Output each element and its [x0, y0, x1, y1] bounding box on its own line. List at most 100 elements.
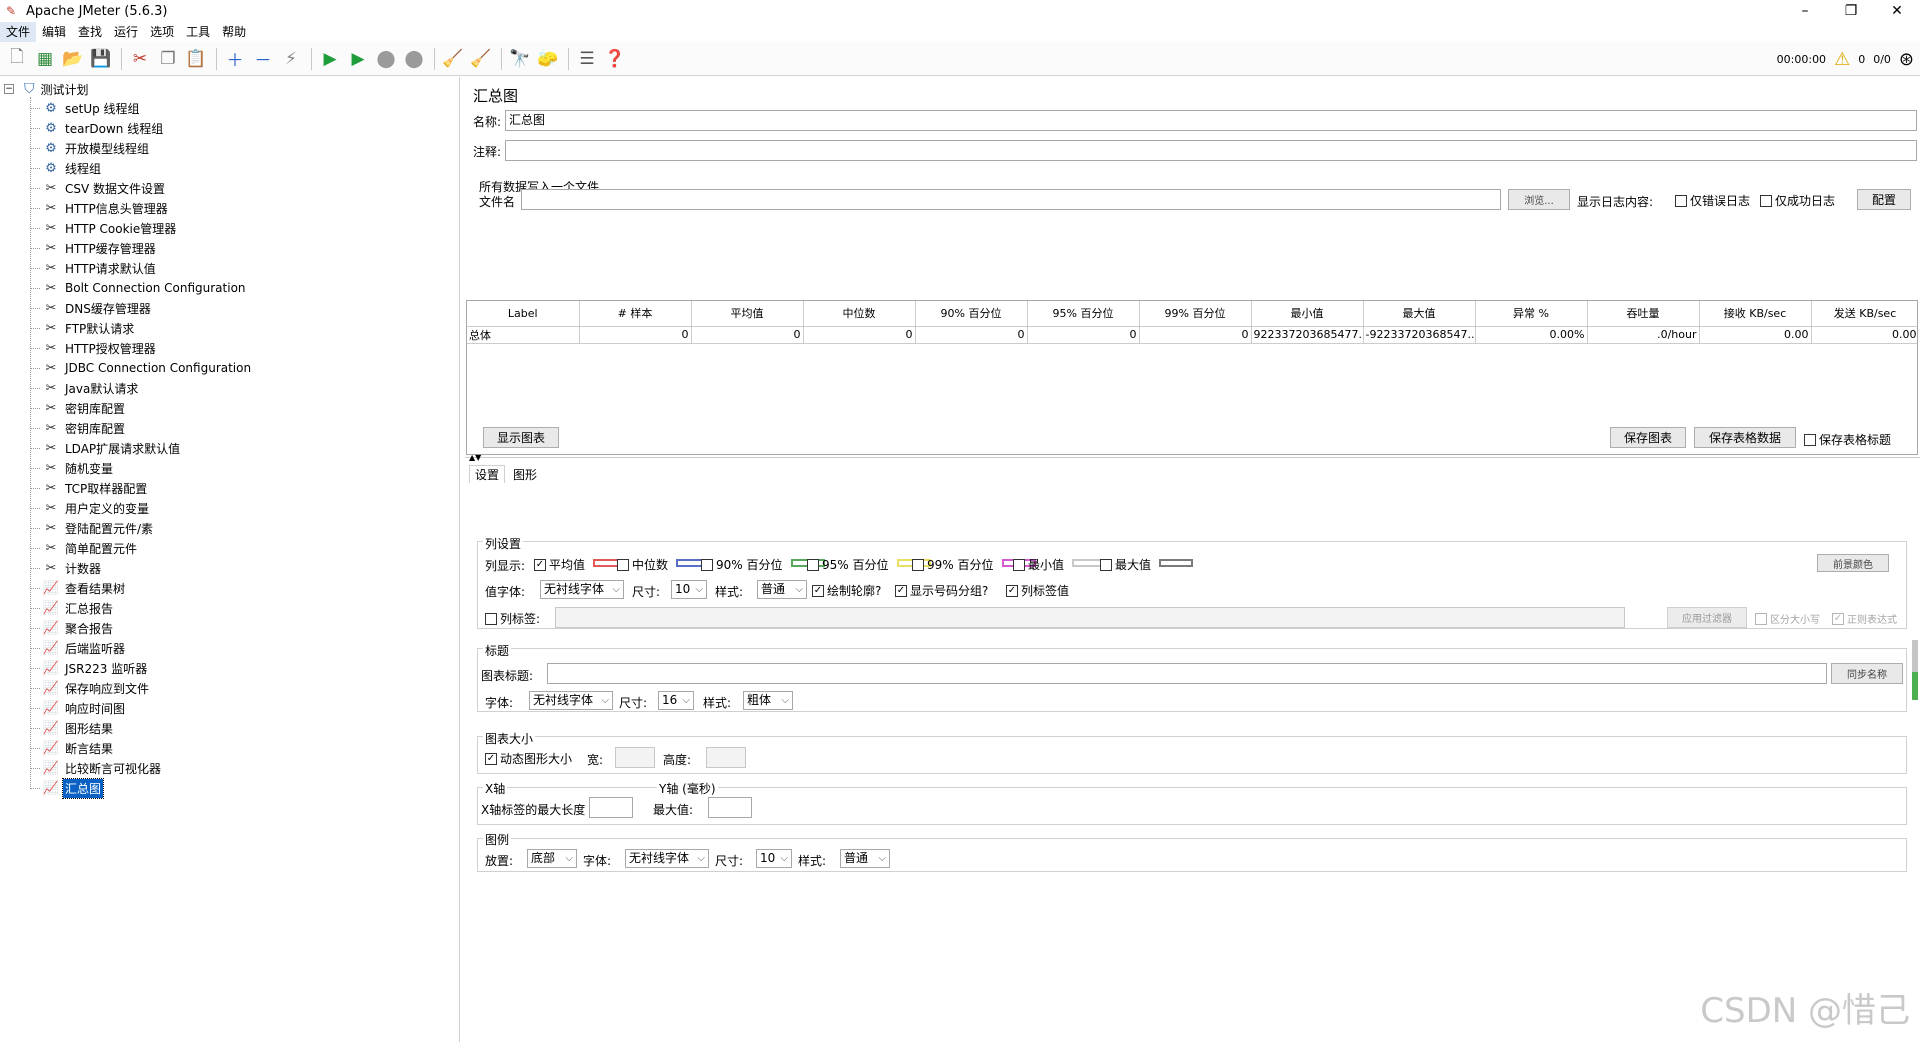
column-header[interactable]: 接收 KB/sec — [1699, 301, 1812, 327]
column-header[interactable]: 99% 百分位 — [1139, 301, 1252, 327]
column-checkbox[interactable]: 99% 百分位 — [912, 556, 994, 573]
tree-item[interactable]: 📈 后端监听器 — [30, 638, 253, 658]
column-checkbox[interactable]: 95% 百分位 — [807, 556, 889, 573]
close-button[interactable]: ✕ — [1874, 0, 1920, 22]
show-graph-button[interactable]: 显示图表 — [483, 427, 559, 448]
column-header[interactable]: Label — [467, 301, 580, 327]
new-icon[interactable]: 🗋 — [4, 46, 30, 72]
column-header[interactable]: 最小值 — [1251, 301, 1364, 327]
save-graph-button[interactable]: 保存图表 — [1610, 427, 1686, 448]
column-checkbox[interactable]: 最大值 — [1100, 556, 1151, 573]
tree-item[interactable]: ✂ DNS缓存管理器 — [30, 298, 253, 318]
column-label-filter-field[interactable] — [555, 607, 1625, 628]
height-field[interactable] — [706, 747, 746, 768]
width-field[interactable] — [615, 747, 655, 768]
menu-tools[interactable]: 工具 — [180, 22, 216, 42]
success-only-checkbox[interactable]: 仅成功日志 — [1760, 192, 1835, 209]
graph-title-field[interactable] — [547, 663, 1827, 684]
save-table-header-checkbox[interactable]: 保存表格标题 — [1804, 431, 1891, 448]
legend-font-select[interactable]: 无衬线字体 ⌵ — [625, 849, 709, 868]
column-checkbox[interactable]: 中位数 — [617, 556, 668, 573]
draw-outline-checkbox[interactable]: ✓ 绘制轮廓? — [812, 582, 881, 599]
tree-item[interactable]: ✂ 密钥库配置 — [30, 418, 253, 438]
apply-filter-button[interactable]: 应用过滤器 — [1667, 607, 1747, 628]
save-icon[interactable]: 💾 — [88, 46, 114, 72]
tree-item[interactable]: ✂ HTTP请求默认值 — [30, 258, 253, 278]
shutdown-icon[interactable]: ⬤ — [401, 46, 427, 72]
tree-item[interactable]: ✂ 用户定义的变量 — [30, 498, 253, 518]
legend-style-select[interactable]: 普通 ⌵ — [840, 849, 890, 868]
column-header[interactable]: # 样本 — [579, 301, 692, 327]
paste-icon[interactable]: 📋 — [183, 46, 209, 72]
legend-placement-select[interactable]: 底部 ⌵ — [527, 849, 577, 868]
warning-icon[interactable]: ⚠ — [1834, 49, 1850, 70]
tree-item[interactable]: ✂ 随机变量 — [30, 458, 253, 478]
filename-field[interactable] — [521, 189, 1501, 210]
tree-item[interactable]: 📈 响应时间图 — [30, 698, 253, 718]
tree-item[interactable]: ✂ HTTP授权管理器 — [30, 338, 253, 358]
clear-all-icon[interactable]: 🧹 — [468, 46, 494, 72]
sync-name-button[interactable]: 同步名称 — [1831, 663, 1903, 684]
tree-item[interactable]: 📈 断言结果 — [30, 738, 253, 758]
tree-item[interactable]: 📈 保存响应到文件 — [30, 678, 253, 698]
tree-root[interactable]: − ⛉ 测试计划 — [4, 80, 89, 98]
column-header[interactable]: 异常 % — [1475, 301, 1588, 327]
column-color-swatch[interactable] — [1159, 559, 1193, 567]
split-divider[interactable]: ▲▼ — [465, 453, 1920, 462]
column-checkbox[interactable]: 90% 百分位 — [701, 556, 783, 573]
tree-item[interactable]: ⚙ tearDown 线程组 — [30, 118, 253, 138]
open-icon[interactable]: 📂 — [60, 46, 86, 72]
tree-item[interactable]: ⚙ 开放模型线程组 — [30, 138, 253, 158]
column-header[interactable]: 中位数 — [803, 301, 916, 327]
tree-item[interactable]: ✂ 登陆配置元件/素 — [30, 518, 253, 538]
minimize-button[interactable]: – — [1782, 0, 1828, 22]
tree-item[interactable]: ✂ Java默认请求 — [30, 378, 253, 398]
title-style-select[interactable]: 粗体 ⌵ — [743, 691, 793, 710]
column-label-filter-checkbox[interactable]: 列标签: — [485, 610, 540, 627]
value-size-select[interactable]: 10 ⌵ — [671, 580, 707, 599]
menu-help[interactable]: 帮助 — [216, 22, 252, 42]
start-no-pauses-icon[interactable]: ▶ — [345, 46, 371, 72]
column-header[interactable]: 吞吐量 — [1587, 301, 1700, 327]
tree-item[interactable]: ✂ 密钥库配置 — [30, 398, 253, 418]
tree-item[interactable]: ✂ LDAP扩展请求默认值 — [30, 438, 253, 458]
tree-item[interactable]: 📈 汇总图 — [30, 777, 253, 799]
collapse-all-icon[interactable]: － — [250, 46, 276, 72]
menu-run[interactable]: 运行 — [108, 22, 144, 42]
cut-icon[interactable]: ✂ — [127, 46, 153, 72]
table-row[interactable]: 总体 0 0 0 0 0 0 922337203685477... -9223372036854… — [467, 326, 1917, 344]
tree-item[interactable]: ✂ HTTP Cookie管理器 — [30, 218, 253, 238]
column-header[interactable]: 最大值 — [1363, 301, 1476, 327]
splitter-arrows-icon[interactable]: ▲▼ — [469, 453, 481, 462]
tree-item[interactable]: ✂ FTP默认请求 — [30, 318, 253, 338]
reset-search-icon[interactable]: 🧽 — [535, 46, 561, 72]
errors-only-checkbox[interactable]: 仅错误日志 — [1675, 192, 1750, 209]
tree-item[interactable]: 📈 比较断言可视化器 — [30, 758, 253, 778]
maximize-button[interactable]: ❐ — [1828, 0, 1874, 22]
templates-icon[interactable]: ▦ — [32, 46, 58, 72]
comment-field[interactable] — [505, 140, 1917, 161]
regex-checkbox[interactable]: ✓ 正则表达式 — [1832, 611, 1897, 626]
tree-item[interactable]: ⚙ 线程组 — [30, 158, 253, 178]
tree-item[interactable]: 📈 查看结果树 — [30, 578, 253, 598]
dynamic-size-checkbox[interactable]: ✓ 动态图形大小 — [485, 750, 572, 767]
title-font-select[interactable]: 无衬线字体 ⌵ — [529, 691, 613, 710]
column-checkbox[interactable]: 最小值 — [1013, 556, 1064, 573]
legend-size-select[interactable]: 10 ⌵ — [756, 849, 792, 868]
tree-item[interactable]: ✂ JDBC Connection Configuration — [30, 358, 253, 378]
number-grouping-checkbox[interactable]: ✓ 显示号码分组? — [895, 582, 988, 599]
column-header[interactable]: 95% 百分位 — [1027, 301, 1140, 327]
tree-item[interactable]: 📈 JSR223 监听器 — [30, 658, 253, 678]
menu-search[interactable]: 查找 — [72, 22, 108, 42]
tree-item[interactable]: ✂ 简单配置元件 — [30, 538, 253, 558]
tree-item[interactable]: ✂ 计数器 — [30, 558, 253, 578]
menu-file[interactable]: 文件 — [0, 22, 37, 42]
tree-item[interactable]: 📈 聚合报告 — [30, 618, 253, 638]
tab-graph[interactable]: 图形 — [507, 465, 544, 483]
tree-item[interactable]: ⚙ setUp 线程组 — [30, 98, 253, 118]
function-helper-icon[interactable]: ☰ — [574, 46, 600, 72]
help-icon[interactable]: ❓ — [602, 46, 628, 72]
toggle-icon[interactable]: ⚡ — [278, 46, 304, 72]
xaxis-max-length-field[interactable] — [589, 797, 633, 818]
start-icon[interactable]: ▶ — [317, 46, 343, 72]
